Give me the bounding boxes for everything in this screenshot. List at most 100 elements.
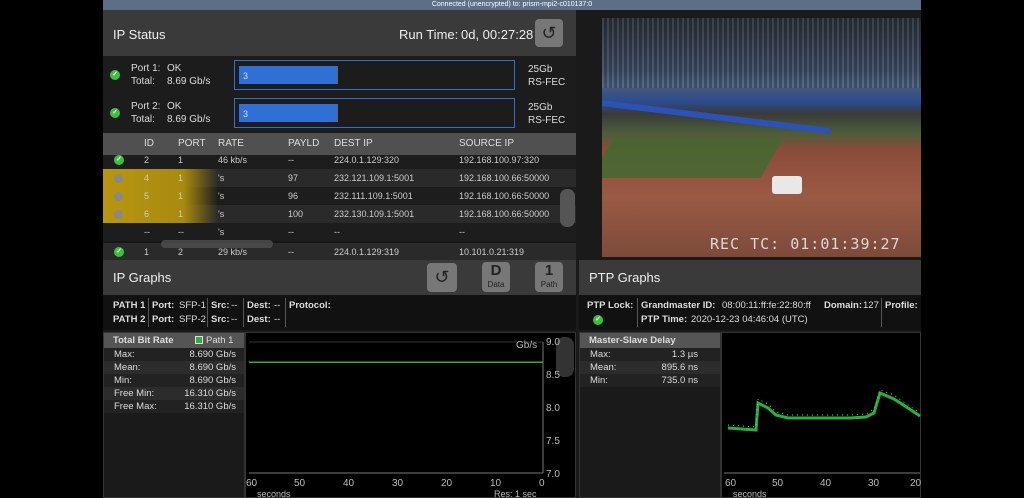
stats-title: Total Bit Rate: [113, 335, 174, 346]
cell-rate: 's: [218, 173, 225, 183]
data-button[interactable]: D Data: [482, 262, 510, 292]
cell-port: 1: [178, 155, 184, 165]
check-icon: ✓: [110, 70, 120, 80]
table-row[interactable]: -- -- 's -- -- --: [103, 223, 576, 241]
cell-rate: 's: [218, 209, 225, 219]
ptp-delay-chart: [724, 389, 921, 474]
y-unit-label: Gb/s: [516, 340, 538, 351]
dest-value: --: [274, 314, 281, 325]
stat-value: 735.0 ns: [661, 375, 698, 386]
ptp-graphs-header: PTP Graphs: [579, 260, 921, 295]
path-legend-swatch: [195, 336, 203, 344]
cell-id: --: [144, 227, 150, 237]
cell-source-ip: 192.168.100.66:50000: [459, 209, 550, 219]
col-id[interactable]: ID: [144, 138, 154, 149]
port-name: Port 2:: [131, 101, 161, 112]
port-bandwidth-bar: 3: [234, 60, 515, 90]
x-tick: 50: [772, 478, 784, 489]
x-tick: 60: [725, 478, 737, 489]
col-rate[interactable]: RATE: [218, 138, 244, 149]
cell-id: 5: [144, 191, 150, 201]
table-row[interactable]: 5 1 's 96 232.111.109.1:5001 192.168.100…: [103, 187, 576, 205]
x-tick: 20: [910, 478, 922, 489]
status-dot-icon: [114, 192, 123, 201]
ptp-graphs-title: PTP Graphs: [589, 270, 661, 285]
path-button[interactable]: 1 Path: [535, 262, 563, 292]
video-preview: REC TC: 01:01:39:27: [602, 18, 921, 257]
bar-marker: [337, 66, 338, 84]
stream-table-body: ✓ 2 1 46 kb/s -- 224.0.1.129:320 192.168…: [103, 155, 576, 260]
protocol-label: Protocol:: [289, 300, 331, 311]
stat-label: Free Max:: [114, 401, 157, 412]
x-tick: 0: [539, 478, 545, 489]
col-port[interactable]: PORT: [178, 138, 206, 149]
cell-source-ip: 192.168.100.97:320: [459, 155, 540, 165]
stadium-banner: [602, 100, 831, 134]
stat-value: 16.310 Gb/s: [184, 401, 236, 412]
port-total-value: 8.69 Gb/s: [167, 114, 211, 125]
refresh-icon: ↺: [541, 23, 557, 43]
x-tick: 40: [343, 478, 355, 489]
path-info: PATH 1 Port: SFP-1 Src: -- Dest: -- Prot…: [103, 295, 576, 330]
x-tick: 30: [392, 478, 404, 489]
grandmaster-label: Grandmaster ID:: [641, 300, 716, 311]
port-bandwidth-fill: 3: [239, 66, 337, 84]
cell-id: 6: [144, 209, 150, 219]
cell-dest-ip: 232.121.109.1:5001: [334, 173, 415, 183]
path-button-label: Path: [540, 280, 558, 289]
grandmaster-id: 08:00:11:ff:fe:22:80:ff: [722, 300, 811, 311]
pace-car: [772, 176, 802, 194]
port-label: Port:: [152, 314, 175, 325]
ip-status-title: IP Status: [113, 27, 166, 42]
col-payld[interactable]: PAYLD: [288, 138, 319, 149]
bar-marker: [337, 104, 338, 122]
x-tick: 50: [294, 478, 306, 489]
divider: [637, 298, 638, 327]
stat-row: Min: 8.690 Gb/s: [104, 374, 244, 387]
divider: [207, 298, 208, 327]
cell-source-ip: 192.168.100.66:50000: [459, 173, 550, 183]
domain-value: 127: [863, 300, 879, 311]
cell-port: --: [178, 227, 184, 237]
cell-port: 1: [178, 191, 184, 201]
stat-value: 1.3 µs: [671, 349, 698, 360]
port-state: OK: [167, 101, 182, 112]
table-row[interactable]: 6 1 's 100 232.130.109.1:5001 192.168.10…: [103, 205, 576, 223]
port-speed: 25Gb: [528, 64, 553, 75]
ptp-delay-graph: 60 50 40 30 20 seconds: [721, 332, 921, 498]
stat-row: Free Min: 16.310 Gb/s: [104, 387, 244, 400]
table-row[interactable]: 4 1 's 97 232.121.109.1:5001 192.168.100…: [103, 169, 576, 187]
runtime-value: 0d, 00:27:28: [461, 27, 534, 42]
bitrate-stats: Total Bit Rate Path 1 Max: 8.690 Gb/s Me…: [103, 332, 245, 498]
ports-area: ✓ Port 1: OK Total: 8.69 Gb/s 3 25Gb RS-…: [103, 56, 576, 136]
cell-source-ip: --: [459, 227, 465, 237]
stat-label: Mean:: [590, 362, 617, 373]
cell-source-ip: 10.101.0.21:319: [459, 247, 525, 257]
ptp-stats-title: Master-Slave Delay: [580, 333, 720, 348]
graph-reset-button[interactable]: ↺: [427, 263, 457, 292]
refresh-icon: ↺: [434, 267, 450, 287]
ip-graphs-header: IP Graphs ↺ D Data 1 Path: [103, 260, 576, 295]
col-source-ip[interactable]: SOURCE IP: [459, 138, 514, 149]
stat-row: Max: 1.3 µs: [580, 348, 720, 361]
stat-row: Free Max: 16.310 Gb/s: [104, 400, 244, 413]
port-total-label: Total:: [131, 76, 155, 87]
port-total-label: Total:: [131, 114, 155, 125]
x-tick: 40: [820, 478, 832, 489]
cell-port: 1: [178, 173, 184, 183]
port-value: SFP-1: [179, 300, 206, 311]
col-dest-ip[interactable]: DEST IP: [334, 138, 373, 149]
crowd-texture: [602, 18, 921, 88]
ptp-info: PTP Lock: ✓ Grandmaster ID: 08:00:11:ff:…: [579, 295, 921, 330]
src-value: --: [231, 300, 238, 311]
reset-button[interactable]: ↺: [535, 19, 563, 47]
stats-path: Path 1: [206, 335, 234, 346]
cell-dest-ip: 232.111.109.1:5001: [334, 191, 413, 201]
vertical-scrollbar[interactable]: [560, 189, 575, 227]
horizontal-scrollbar[interactable]: [161, 240, 273, 248]
src-value: --: [231, 314, 238, 325]
cell-payld: 100: [288, 209, 304, 219]
cell-id: 2: [144, 155, 150, 165]
check-icon: ✓: [593, 315, 603, 325]
table-row[interactable]: ✓ 2 1 46 kb/s -- 224.0.1.129:320 192.168…: [103, 155, 576, 169]
